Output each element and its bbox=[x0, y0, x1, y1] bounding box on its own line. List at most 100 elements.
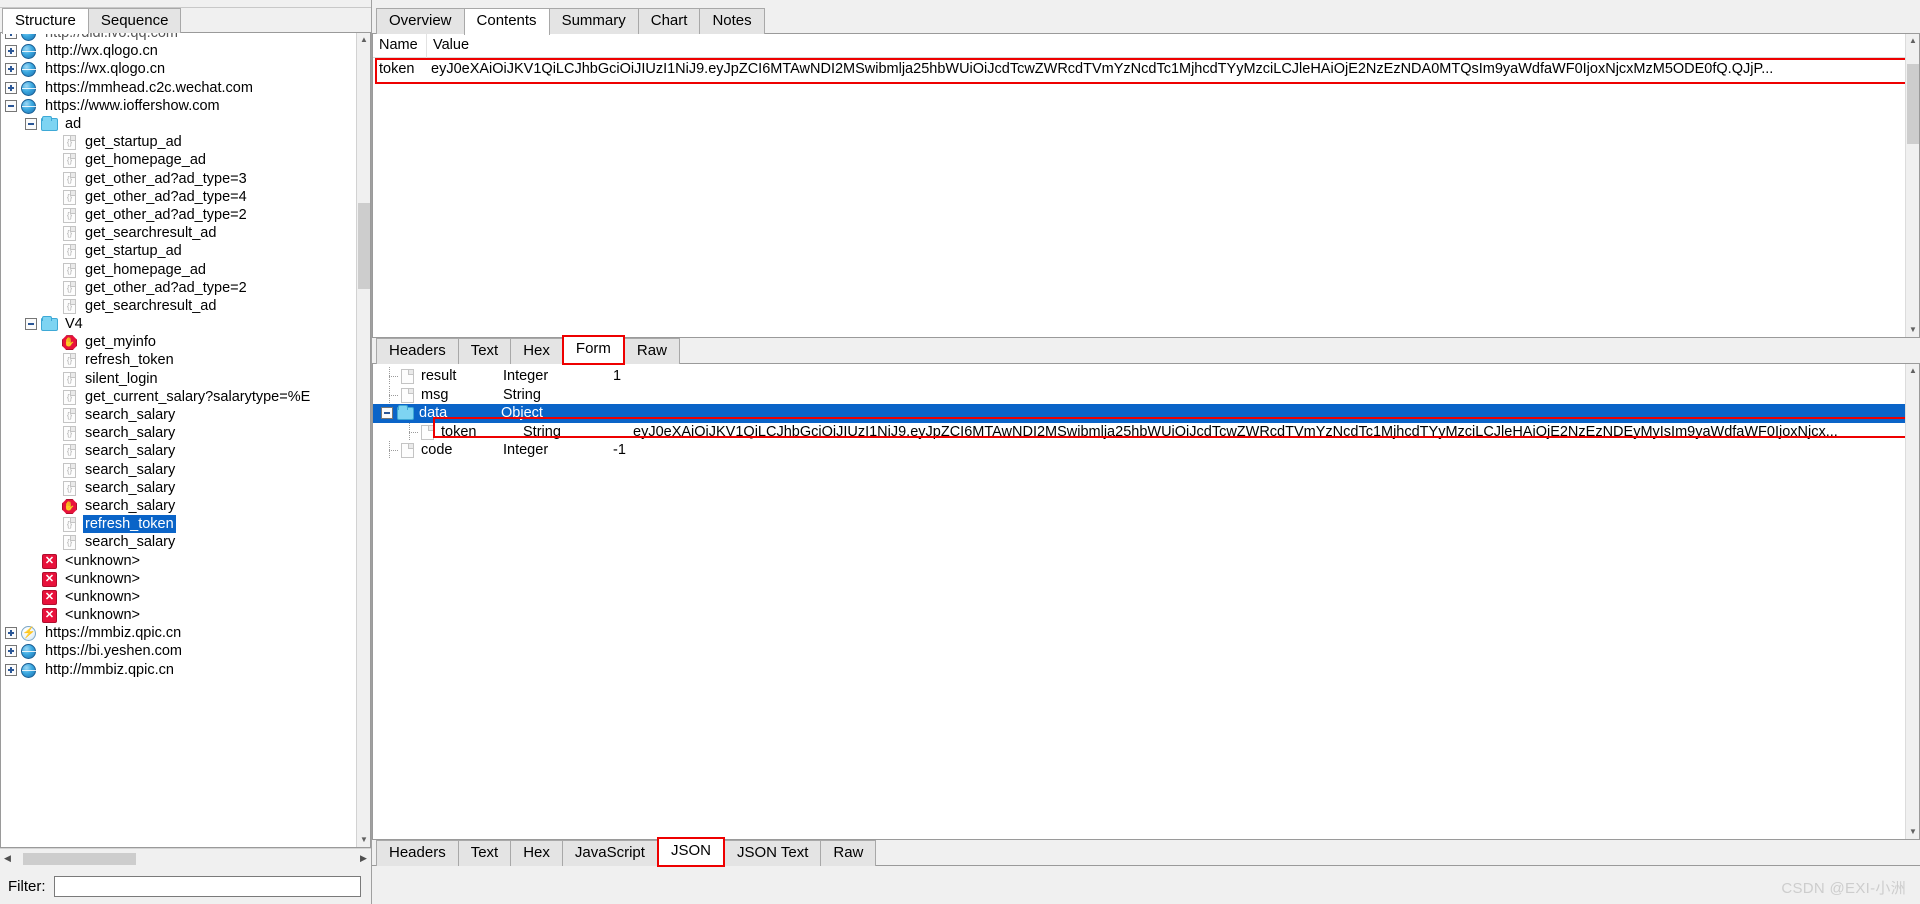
tree-item[interactable]: {} get_current_salary?salarytype=%E bbox=[1, 388, 356, 406]
tree-item[interactable]: {} get_searchresult_ad bbox=[1, 297, 356, 315]
tree-item[interactable]: {} get_other_ad?ad_type=2 bbox=[1, 206, 356, 224]
request-vertical-scrollbar[interactable]: ▲ ▼ bbox=[1905, 34, 1919, 337]
json-tree-row[interactable]: result Integer 1 bbox=[373, 367, 1919, 386]
response-scroll-up-arrow[interactable]: ▲ bbox=[1906, 364, 1919, 378]
json-doc-icon: {} bbox=[61, 371, 78, 387]
tree-item[interactable]: {} get_homepage_ad bbox=[1, 151, 356, 169]
scroll-thumb[interactable] bbox=[358, 203, 370, 289]
tree-item[interactable]: {} refresh_token bbox=[1, 515, 356, 534]
resp-tab-hex[interactable]: Hex bbox=[510, 840, 563, 866]
tab-notes[interactable]: Notes bbox=[699, 8, 765, 34]
tree-item[interactable]: {} get_startup_ad bbox=[1, 242, 356, 260]
scroll-down-arrow[interactable]: ▼ bbox=[357, 833, 370, 847]
expand-icon[interactable] bbox=[5, 81, 17, 94]
tree-item[interactable]: {} get_other_ad?ad_type=4 bbox=[1, 188, 356, 206]
response-json-tree[interactable]: result Integer 1 msg String data Object token St… bbox=[373, 364, 1919, 460]
resp-tab-json-text[interactable]: JSON Text bbox=[723, 840, 822, 866]
collapse-icon[interactable] bbox=[5, 99, 17, 112]
tree-item[interactable]: {} search_salary bbox=[1, 424, 356, 442]
column-header-name[interactable]: Name bbox=[373, 34, 427, 58]
tree-item[interactable]: ✕ <unknown> bbox=[1, 606, 356, 624]
expand-icon[interactable] bbox=[5, 45, 17, 58]
req-tab-hex[interactable]: Hex bbox=[510, 338, 563, 364]
collapse-icon[interactable] bbox=[25, 318, 37, 331]
resp-tab-raw[interactable]: Raw bbox=[820, 840, 877, 866]
tree-item[interactable]: https://bi.yeshen.com bbox=[1, 642, 356, 660]
tree-item[interactable]: {} get_other_ad?ad_type=2 bbox=[1, 279, 356, 297]
request-scroll-up-arrow[interactable]: ▲ bbox=[1906, 34, 1919, 48]
request-scroll-thumb[interactable] bbox=[1907, 64, 1919, 144]
req-tab-raw[interactable]: Raw bbox=[623, 338, 680, 364]
tree-item[interactable]: {} search_salary bbox=[1, 442, 356, 460]
scroll-up-arrow[interactable]: ▲ bbox=[357, 33, 370, 47]
tree-item[interactable]: https://wx.qlogo.cn bbox=[1, 60, 356, 78]
tree-item[interactable]: ✕ <unknown> bbox=[1, 570, 356, 588]
response-vertical-scrollbar[interactable]: ▲ ▼ bbox=[1905, 364, 1919, 839]
json-tree-row[interactable]: msg String bbox=[373, 385, 1919, 405]
json-key: msg bbox=[421, 386, 449, 403]
tree-item[interactable]: http://wx.qlogo.cn bbox=[1, 42, 356, 60]
tree-item[interactable]: https://www.ioffershow.com bbox=[1, 97, 356, 115]
req-tab-form[interactable]: Form bbox=[561, 335, 625, 365]
tree-item[interactable]: https://mmhead.c2c.wechat.com bbox=[1, 79, 356, 97]
tree-item[interactable]: {} search_salary bbox=[1, 479, 356, 497]
resp-tab-text[interactable]: Text bbox=[457, 840, 512, 866]
tab-structure[interactable]: Structure bbox=[2, 8, 89, 34]
request-param-row[interactable]: token eyJ0eXAiOiJKV1QiLCJhbGciOiJIUzI1NiJ… bbox=[373, 58, 1919, 80]
filter-input[interactable] bbox=[53, 875, 361, 897]
expand-icon[interactable] bbox=[5, 63, 17, 76]
hscroll-left-arrow[interactable]: ◀ bbox=[0, 853, 15, 864]
tab-chart[interactable]: Chart bbox=[637, 8, 701, 34]
doc-icon bbox=[399, 442, 416, 459]
resp-tab-json[interactable]: JSON bbox=[656, 837, 725, 867]
collapse-icon[interactable] bbox=[25, 118, 37, 131]
expand-icon[interactable] bbox=[5, 645, 17, 658]
expand-icon[interactable] bbox=[5, 663, 17, 676]
tree-item[interactable]: {} get_searchresult_ad bbox=[1, 224, 356, 242]
tree-item-label: get_current_salary?salarytype=%E bbox=[85, 388, 311, 405]
tree-horizontal-scrollbar[interactable]: ◀ ▶ bbox=[0, 848, 371, 868]
tree-item[interactable]: ✕ <unknown> bbox=[1, 588, 356, 606]
req-tab-headers[interactable]: Headers bbox=[376, 338, 459, 364]
tab-sequence[interactable]: Sequence bbox=[87, 8, 182, 33]
expand-icon[interactable] bbox=[5, 627, 17, 640]
tree-item[interactable]: {} get_other_ad?ad_type=3 bbox=[1, 170, 356, 188]
json-tree-row[interactable]: data Object bbox=[373, 404, 1919, 423]
tree-item[interactable]: {} refresh_token bbox=[1, 351, 356, 369]
tree-item[interactable]: {} silent_login bbox=[1, 370, 356, 388]
tab-summary[interactable]: Summary bbox=[548, 8, 639, 34]
column-header-value[interactable]: Value bbox=[427, 34, 1919, 58]
tree-item[interactable]: ✋ search_salary bbox=[1, 497, 356, 515]
json-value: -1 bbox=[613, 442, 626, 459]
hscroll-track[interactable] bbox=[15, 851, 356, 866]
tree-item[interactable]: V4 bbox=[1, 315, 356, 333]
tree-item[interactable]: ✕ <unknown> bbox=[1, 551, 356, 569]
json-tree-row[interactable]: code Integer -1 bbox=[373, 441, 1919, 460]
json-doc-icon: {} bbox=[61, 280, 78, 296]
tree-item[interactable]: ✋ get_myinfo bbox=[1, 333, 356, 351]
resp-tab-headers[interactable]: Headers bbox=[376, 840, 459, 866]
collapse-icon[interactable] bbox=[381, 407, 393, 420]
hscroll-right-arrow[interactable]: ▶ bbox=[356, 853, 371, 864]
tree-item[interactable]: http://didi.ivo.qq.com bbox=[1, 33, 356, 42]
tree-item[interactable]: {} get_startup_ad bbox=[1, 133, 356, 151]
tree-item[interactable]: {} search_salary bbox=[1, 533, 356, 551]
tree-vertical-scrollbar[interactable]: ▲ ▼ bbox=[356, 33, 370, 847]
request-scroll-down-arrow[interactable]: ▼ bbox=[1906, 323, 1919, 337]
tree-item[interactable]: {} search_salary bbox=[1, 406, 356, 424]
response-scroll-down-arrow[interactable]: ▼ bbox=[1906, 825, 1919, 839]
hscroll-thumb[interactable] bbox=[23, 852, 136, 865]
tree-item[interactable]: http://mmbiz.qpic.cn bbox=[1, 661, 356, 679]
tree-item[interactable]: ad bbox=[1, 115, 356, 133]
tree-item[interactable]: {} search_salary bbox=[1, 461, 356, 479]
tab-contents[interactable]: Contents bbox=[463, 8, 550, 35]
tab-overview[interactable]: Overview bbox=[376, 8, 465, 34]
tree-item[interactable]: {} get_homepage_ad bbox=[1, 260, 356, 278]
req-tab-text[interactable]: Text bbox=[457, 338, 512, 364]
resp-tab-javascript[interactable]: JavaScript bbox=[561, 840, 658, 866]
session-tree[interactable]: http://didi.ivo.qq.com http://wx.qlogo.cn… bbox=[1, 33, 356, 847]
json-tree-row[interactable]: token String eyJ0eXAiOiJKV1QiLCJhbGciOiJIU… bbox=[373, 422, 1919, 442]
tree-item[interactable]: ⚡ https://mmbiz.qpic.cn bbox=[1, 624, 356, 642]
